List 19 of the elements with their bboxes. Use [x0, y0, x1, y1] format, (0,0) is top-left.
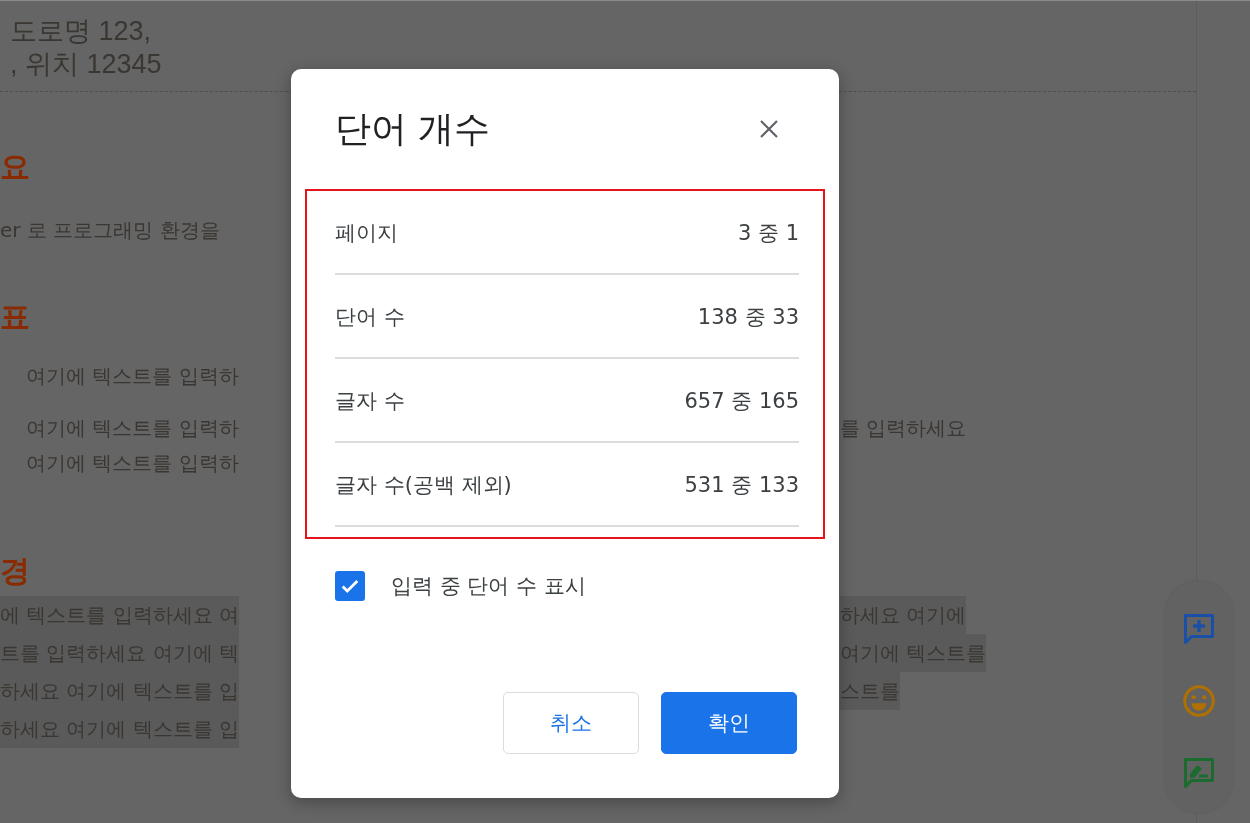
stat-label: 글자 수	[335, 388, 405, 415]
stat-value: 657 중 165	[684, 388, 799, 415]
emoji-icon[interactable]	[1181, 683, 1217, 719]
dialog-title: 단어 개수	[335, 106, 491, 151]
checkbox-label: 입력 중 단어 수 표시	[391, 573, 586, 600]
heading: 표	[0, 298, 30, 336]
add-comment-icon[interactable]	[1181, 611, 1217, 647]
checkbox[interactable]	[335, 571, 365, 601]
stat-value: 531 중 133	[684, 472, 799, 499]
confirm-button[interactable]: 확인	[661, 692, 797, 754]
stat-label: 단어 수	[335, 304, 405, 331]
stat-label: 글자 수(공백 제외)	[335, 472, 512, 499]
suggest-edit-icon[interactable]	[1181, 755, 1217, 791]
cancel-button[interactable]: 취소	[503, 692, 639, 754]
stat-value: 138 중 33	[697, 304, 799, 331]
heading: 경	[0, 552, 30, 590]
stat-value: 3 중 1	[737, 220, 799, 247]
heading: 요	[0, 148, 30, 186]
stat-label: 페이지	[335, 220, 398, 247]
